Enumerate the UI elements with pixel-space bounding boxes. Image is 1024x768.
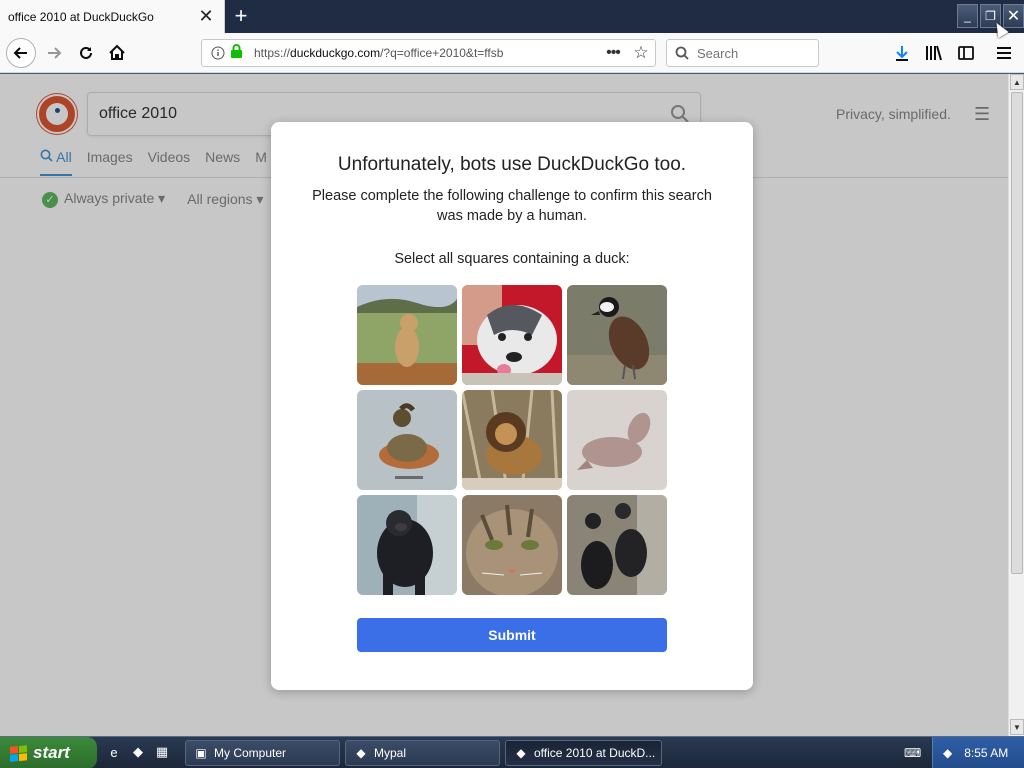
reload-button[interactable] xyxy=(72,39,100,67)
submit-button[interactable]: Submit xyxy=(357,618,667,652)
scroll-up-icon[interactable]: ▲ xyxy=(1010,74,1024,90)
navigation-toolbar: https://duckduckgo.com/?q=office+2010&t=… xyxy=(0,33,1024,73)
task-label: office 2010 at DuckD... xyxy=(534,746,656,760)
ducks-image xyxy=(567,495,667,595)
page-scrollbar[interactable]: ▲ ▼ xyxy=(1008,74,1024,736)
arrow-right-icon xyxy=(48,47,62,59)
url-path: /?q=office+2010&t=ffsb xyxy=(380,46,504,60)
cat-image xyxy=(462,495,562,595)
task-duckduckgo[interactable]: ◆ office 2010 at DuckD... xyxy=(505,740,662,766)
url-text[interactable]: https://duckduckgo.com/?q=office+2010&t=… xyxy=(254,46,599,60)
task-label: My Computer xyxy=(214,746,287,760)
library-button[interactable] xyxy=(920,39,948,67)
captcha-tile-husky[interactable] xyxy=(462,285,562,385)
tab-title: office 2010 at DuckDuckGo xyxy=(8,9,154,24)
mypal-icon: ◆ xyxy=(356,746,366,760)
page-actions-icon[interactable]: ••• xyxy=(599,44,627,62)
url-bar[interactable]: https://duckduckgo.com/?q=office+2010&t=… xyxy=(201,39,656,67)
captcha-instruction: Select all squares containing a duck: xyxy=(394,251,630,267)
captcha-tile-seal[interactable] xyxy=(567,390,667,490)
duck-decoy-image xyxy=(357,390,457,490)
windows-logo-icon xyxy=(10,744,27,762)
clock[interactable]: 8:55 AM xyxy=(964,746,1008,760)
close-window-button[interactable]: ✕ xyxy=(1003,4,1024,28)
hamburger-icon xyxy=(997,47,1011,59)
tray-app-icon[interactable]: ◆ xyxy=(943,746,952,760)
star-icon[interactable]: ☆ xyxy=(627,43,655,63)
captcha-title: Unfortunately, bots use DuckDuckGo too. xyxy=(337,154,687,175)
captcha-tile-lion[interactable] xyxy=(462,390,562,490)
sidebar-icon xyxy=(958,46,974,60)
quick-launch: e ◆ ▦ xyxy=(106,744,170,760)
downloads-button[interactable] xyxy=(888,39,916,67)
home-button[interactable] xyxy=(103,39,131,67)
task-label: Mypal xyxy=(374,746,407,760)
gorilla-image xyxy=(357,495,457,595)
minimize-button[interactable]: _ xyxy=(957,4,978,28)
search-input[interactable] xyxy=(697,45,807,61)
back-button[interactable] xyxy=(6,38,36,68)
start-label: start xyxy=(33,743,70,762)
captcha-tile-duck[interactable] xyxy=(567,285,667,385)
info-icon[interactable] xyxy=(208,46,228,60)
task-mypal[interactable]: ◆ Mypal xyxy=(345,740,500,766)
scroll-down-icon[interactable]: ▼ xyxy=(1010,719,1024,735)
computer-icon: ▣ xyxy=(195,746,207,760)
lock-icon xyxy=(230,43,246,63)
forward-button[interactable] xyxy=(40,39,68,67)
page-content: office 2010 Privacy, simplified. ☰ All I… xyxy=(0,74,1008,736)
mypal-icon[interactable]: ◆ xyxy=(130,744,146,760)
scrollbar-thumb[interactable] xyxy=(1011,92,1023,574)
lion-cub-image xyxy=(357,285,457,385)
captcha-tile-cat[interactable] xyxy=(462,495,562,595)
captcha-tile-duck-decoy[interactable] xyxy=(357,390,457,490)
task-my-computer[interactable]: ▣ My Computer xyxy=(185,740,340,766)
start-button[interactable]: start xyxy=(0,737,97,768)
system-tray: ◆ 8:55 AM xyxy=(932,737,1024,768)
magnifier-icon xyxy=(675,46,689,60)
duck-image xyxy=(567,285,667,385)
home-icon xyxy=(109,44,125,60)
arrow-left-icon xyxy=(13,47,27,59)
captcha-tile-ducks[interactable] xyxy=(567,495,667,595)
tab-strip: office 2010 at DuckDuckGo ✕ + _ ❐ ✕ xyxy=(0,0,1024,33)
search-box[interactable] xyxy=(666,39,819,67)
tab-duckduckgo[interactable]: office 2010 at DuckDuckGo ✕ xyxy=(0,0,225,33)
download-icon xyxy=(896,46,908,61)
window-controls: _ ❐ ✕ xyxy=(957,4,1024,28)
library-icon xyxy=(926,45,942,61)
media-icon[interactable]: ▦ xyxy=(154,744,170,760)
captcha-tile-lion-cub[interactable] xyxy=(357,285,457,385)
url-domain: duckduckgo.com xyxy=(290,46,381,60)
seal-image xyxy=(567,390,667,490)
sidebar-button[interactable] xyxy=(952,39,980,67)
url-prefix: https:// xyxy=(254,46,291,60)
windows-taskbar: start e ◆ ▦ ▣ My Computer ◆ Mypal ◆ offi… xyxy=(0,736,1024,768)
captcha-modal: Unfortunately, bots use DuckDuckGo too. … xyxy=(271,122,753,690)
captcha-tile-gorilla[interactable] xyxy=(357,495,457,595)
reload-icon xyxy=(80,46,92,59)
captcha-grid xyxy=(357,285,667,595)
new-tab-button[interactable]: + xyxy=(228,3,254,29)
mypal-icon: ◆ xyxy=(516,746,526,760)
husky-image xyxy=(462,285,562,385)
tab-close-icon[interactable]: ✕ xyxy=(194,5,218,29)
keyboard-icon[interactable]: ⌨ xyxy=(904,746,921,760)
internet-explorer-icon[interactable]: e xyxy=(106,744,122,760)
lion-image xyxy=(462,390,562,490)
menu-button[interactable] xyxy=(990,39,1018,67)
captcha-subtitle: Please complete the following challenge … xyxy=(312,188,712,224)
